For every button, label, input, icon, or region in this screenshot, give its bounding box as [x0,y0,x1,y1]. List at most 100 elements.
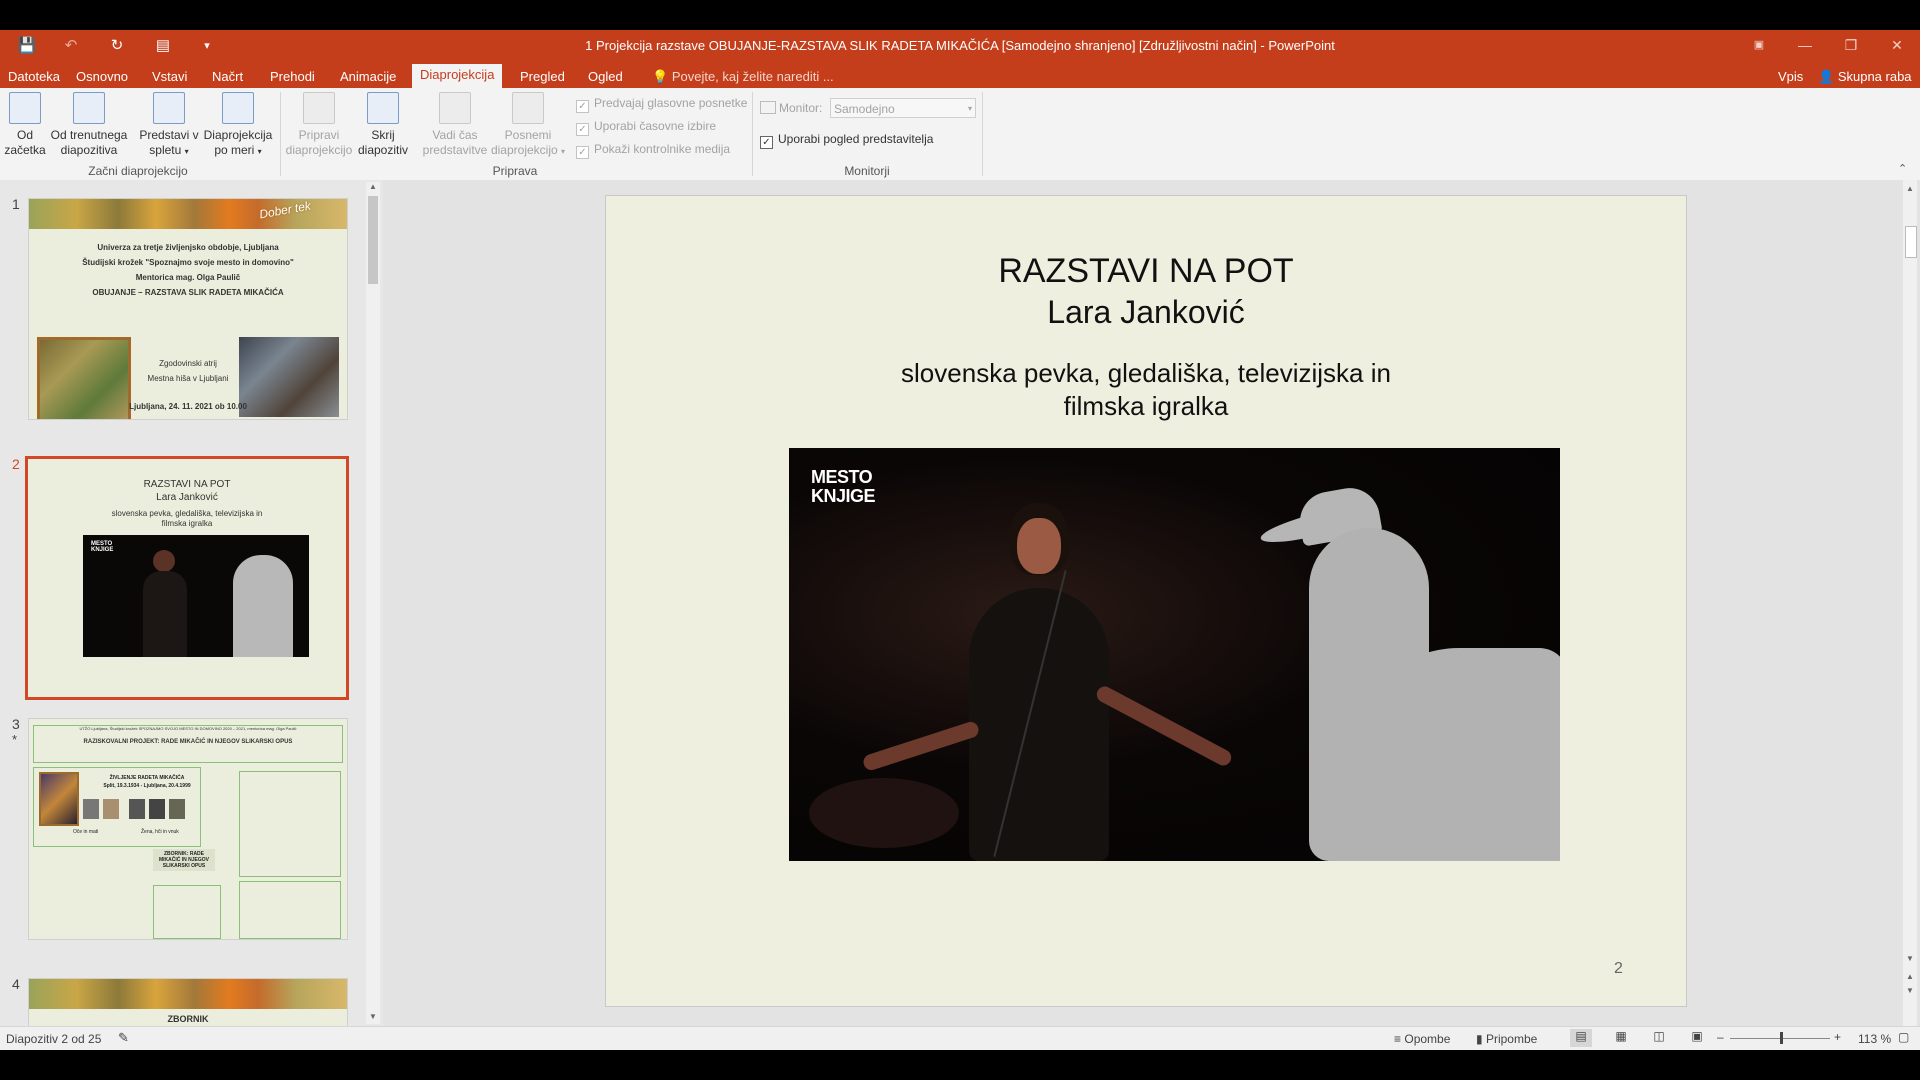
thumb-text: Univerza za tretje življenjsko obdobje, … [97,243,279,252]
thumb-box [239,771,341,877]
tab-review[interactable]: Pregled [512,66,573,88]
thumb-text: slovenska pevka, gledališka, televizijsk… [111,509,263,518]
record-label: Posnemi diaprojekcijo [490,128,558,157]
tab-home[interactable]: Osnovno [68,66,136,88]
tab-slide-show[interactable]: Diaprojekcija [412,64,503,88]
restore-button[interactable]: ❐ [1834,34,1868,56]
normal-view-icon[interactable]: ▤ [1570,1029,1592,1047]
scrollbar-thumb[interactable] [1905,226,1917,258]
tab-view[interactable]: Ogled [580,66,631,88]
tab-animations[interactable]: Animacije [332,66,404,88]
notes-button[interactable]: ≡ Opombe [1394,1032,1450,1046]
logo-line-1: MESTO [811,467,873,487]
screen-bottom-border [0,1050,1920,1080]
present-online-button[interactable]: Predstavi v spletu ▾ [136,92,202,159]
thumbnails-scrollbar[interactable]: ▲ ▼ [366,182,380,1024]
share-button[interactable]: 👤 Skupna raba [1810,66,1920,88]
comments-button[interactable]: ▮ Pripombe [1476,1032,1537,1046]
hide-slide-button[interactable]: Skrij diapozitiv [356,92,410,158]
slide-thumbnail-4[interactable]: ZBORNIK [28,978,348,1028]
monitor-label: Monitor: [760,101,822,115]
animation-star-icon: * [12,732,18,747]
comment-icon: ▮ [1476,1032,1483,1046]
presenter-view-checkbox[interactable]: ✓ Uporabi pogled predstavitelja [760,132,933,149]
collapse-ribbon-icon[interactable]: ⌃ [1898,162,1907,175]
reading-view-icon[interactable]: ◫ [1648,1029,1670,1043]
slide-scrollbar[interactable]: ▲ ▼ ▲ ▼ [1903,180,1917,1026]
photo-image [149,799,165,819]
use-timings-checkbox[interactable]: ✓ Uporabi časovne izbire [576,119,716,136]
from-current-label: Od trenutnega diapozitiva [50,128,128,157]
screen-top-border [0,0,1920,30]
slide-thumbnail-3[interactable]: UTŽO Ljubljana, Študijski krožek SPOZNAJ… [28,718,348,940]
slide-counter[interactable]: Diapozitiv 2 od 25 [6,1032,101,1046]
sign-in-link[interactable]: Vpis [1770,66,1811,88]
slide-thumbnail-1[interactable]: Dober tek Univerza za tretje življenjsko… [28,198,348,420]
show-media-controls-checkbox[interactable]: ✓ Pokaži kontrolnike medija [576,142,730,159]
ribbon-display-options-icon[interactable]: ▣ [1742,34,1776,56]
slide-sorter-icon[interactable]: ▦ [1610,1029,1632,1043]
minimize-button[interactable]: — [1788,34,1822,56]
monitor-label-text: Monitor: [779,101,823,115]
monitor-icon [760,101,776,114]
fit-to-window-icon[interactable]: ▢ [1898,1030,1909,1044]
notes-icon: ≡ [1394,1032,1402,1046]
audience-hand-shape [809,778,959,848]
scroll-up-icon[interactable]: ▲ [369,182,377,191]
slide-page-number: 2 [1614,960,1623,977]
setup-show-icon [303,92,335,124]
monitor-select[interactable]: Samodejno ▾ [830,98,976,118]
scrollbar-thumb[interactable] [368,196,378,284]
current-slide[interactable]: RAZSTAVI NA POT Lara Janković slovenska … [605,195,1687,1007]
scroll-down-icon[interactable]: ▼ [1906,954,1914,963]
show-media-controls-label: Pokaži kontrolnike medija [594,142,731,156]
play-narrations-checkbox[interactable]: ✓ Predvajaj glasovne posnetke [576,96,747,113]
slide-photo[interactable]: MESTO KNJIGE [789,448,1560,861]
tab-transitions[interactable]: Prehodi [262,66,323,88]
custom-slide-show-button[interactable]: Diaprojekcija po meri ▾ [202,92,274,159]
set-up-slide-show-button[interactable]: Pripravi diaprojekcijo [282,92,356,158]
slide-number: 1 [12,196,20,212]
from-beginning-button[interactable]: Od začetka [2,92,48,158]
hide-slide-icon [367,92,399,124]
spell-check-icon[interactable]: ✎ [118,1030,129,1046]
thumb-text: Študijski krožek "Spoznajmo svoje mesto … [82,258,294,267]
from-current-slide-button[interactable]: Od trenutnega diapozitiva [48,92,130,158]
presenter-view-label: Uporabi pogled predstavitelja [778,132,934,146]
thumb-box [239,881,341,939]
globe-icon [153,92,185,124]
tab-file[interactable]: Datoteka [0,66,68,88]
record-slide-show-button[interactable]: Posnemi diaprojekcijo ▾ [490,92,566,159]
slide-thumbnail-2[interactable]: RAZSTAVI NA POT Lara Janković slovenska … [25,456,349,700]
zoom-in-icon[interactable]: + [1834,1030,1841,1044]
scroll-down-icon[interactable]: ▼ [369,1012,377,1021]
chevron-down-icon: ▾ [967,104,972,113]
close-button[interactable]: ✕ [1880,34,1914,56]
zoom-level[interactable]: 113 % [1858,1032,1891,1046]
tell-me-search[interactable]: 💡 Povejte, kaj želite narediti ... [644,66,842,88]
rehearse-timings-button[interactable]: Vadi čas predstavitve [420,92,490,158]
zoom-out-icon[interactable]: – [1717,1030,1724,1044]
slide-subtitle-line1[interactable]: slovenska pevka, gledališka, televizijsk… [606,358,1686,389]
singer-body-thumb [143,571,187,657]
scroll-up-icon[interactable]: ▲ [1906,184,1914,193]
checkbox-box: ✓ [576,123,589,136]
status-bar: Diapozitiv 2 od 25 ✎ ≡ Opombe ▮ Pripombe… [0,1026,1920,1051]
slide-title-line1[interactable]: RAZSTAVI NA POT [606,252,1686,291]
slideshow-current-icon [73,92,105,124]
logo-thumb-line: KNJIGE [91,547,114,553]
record-icon [512,92,544,124]
next-slide-icon[interactable]: ▼ [1906,986,1914,995]
slide-subtitle-line2[interactable]: filmska igralka [606,391,1686,422]
tab-insert[interactable]: Vstavi [144,66,195,88]
tab-design[interactable]: Načrt [204,66,251,88]
slide-show-view-icon[interactable]: ▣ [1686,1029,1708,1043]
zoom-slider-thumb[interactable] [1780,1032,1783,1044]
slide-title-line2[interactable]: Lara Janković [606,294,1686,331]
thumb-text: Split, 19.3.1934 - Ljubljana, 20.4.1999 [103,783,191,789]
thumb-text: Zgodovinski atrij [159,359,217,368]
previous-slide-icon[interactable]: ▲ [1906,972,1914,981]
thumb-text: Lara Janković [156,492,218,503]
tell-me-text: Povejte, kaj želite narediti ... [671,69,834,84]
thumb-text: Mestna hiša v Ljubljani [147,374,229,383]
